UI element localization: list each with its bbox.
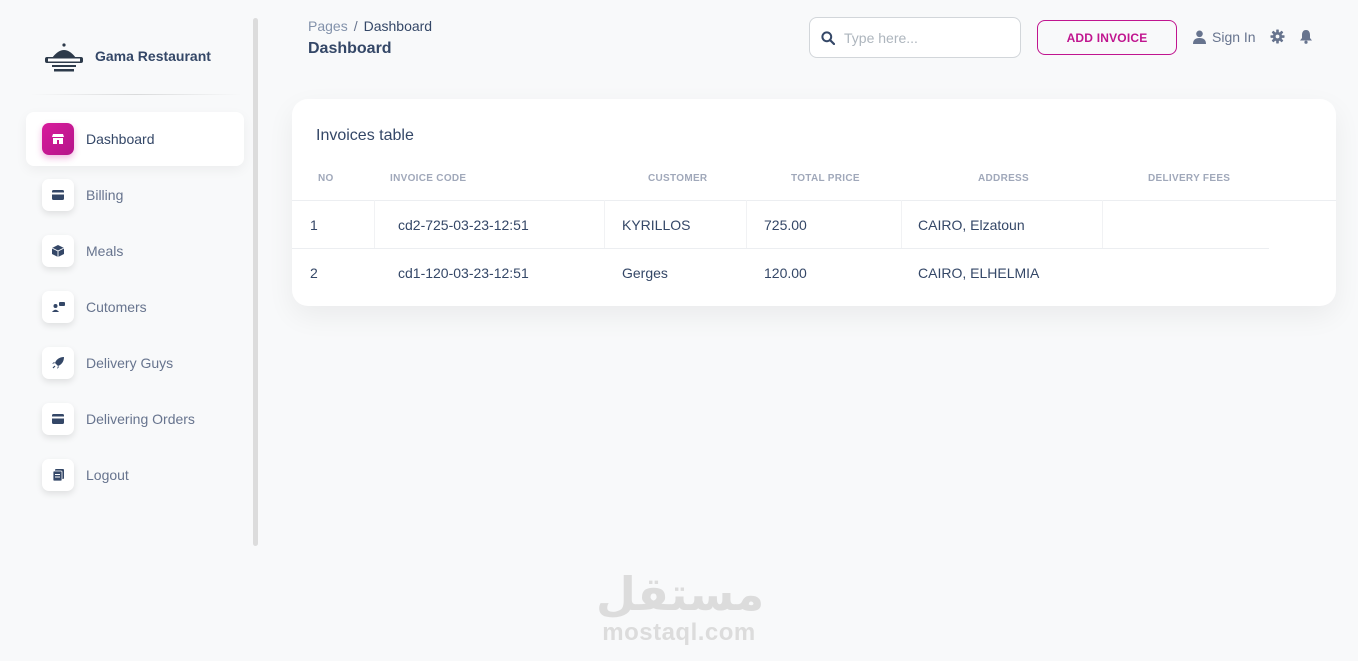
- cell-no: 2: [310, 265, 318, 281]
- search-icon: [821, 30, 835, 45]
- store-icon: [42, 123, 74, 155]
- column-header-invoice-code: INVOICE CODE: [390, 173, 467, 184]
- cell-customer: Gerges: [622, 265, 668, 281]
- watermark-latin: mostaql.com: [602, 619, 756, 646]
- bell-icon[interactable]: [1299, 29, 1313, 44]
- sidebar-item-label: Billing: [86, 187, 124, 203]
- column-header-delivery-fees: DELIVERY FEES: [1148, 173, 1231, 184]
- document-icon: [42, 459, 74, 491]
- sidebar-item-label: Meals: [86, 243, 124, 259]
- cell-address: CAIRO, Elzatoun: [918, 217, 1025, 233]
- invoices-card: Invoices table NO INVOICE CODE CUSTOMER …: [292, 99, 1336, 306]
- breadcrumb: Pages / Dashboard: [308, 18, 432, 34]
- gear-icon[interactable]: [1270, 29, 1285, 44]
- card-title: Invoices table: [316, 127, 414, 144]
- sign-in-link[interactable]: Sign In: [1193, 28, 1256, 46]
- column-header-total-price: TOTAL PRICE: [791, 173, 860, 184]
- column-header-customer: CUSTOMER: [648, 173, 708, 184]
- search-input[interactable]: [844, 29, 1004, 46]
- box-icon: [42, 235, 74, 267]
- column-header-no: NO: [318, 173, 334, 184]
- cell-address: CAIRO, ELHELMIA: [918, 265, 1040, 281]
- sidebar-item-billing[interactable]: Billing: [26, 168, 244, 222]
- breadcrumb-root[interactable]: Pages: [308, 18, 348, 34]
- watermark: مستقل mostaql.com: [596, 567, 765, 646]
- breadcrumb-separator: /: [353, 18, 358, 34]
- column-separator: [901, 200, 902, 248]
- cell-total-price: 725.00: [764, 217, 807, 233]
- sidebar-item-logout[interactable]: Logout: [26, 448, 244, 502]
- column-separator: [746, 200, 747, 248]
- table-divider: [292, 200, 1336, 201]
- cell-customer: KYRILLOS: [622, 217, 691, 233]
- watermark-arabic: مستقل: [596, 567, 765, 621]
- cell-invoice-code: cd1-120-03-23-12:51: [398, 265, 529, 281]
- cell-total-price: 120.00: [764, 265, 807, 281]
- breadcrumb-current: Dashboard: [363, 18, 433, 34]
- add-invoice-button[interactable]: ADD INVOICE: [1037, 20, 1177, 55]
- sidebar-item-label: Cutomers: [86, 299, 147, 315]
- column-separator: [374, 200, 375, 248]
- sidebar-nav: Dashboard Billing Meals Cutomers Deliver…: [26, 112, 244, 504]
- table-divider: [292, 248, 1269, 249]
- sidebar-item-customers[interactable]: Cutomers: [26, 280, 244, 334]
- cell-invoice-code: cd2-725-03-23-12:51: [398, 217, 529, 233]
- sidebar-item-dashboard[interactable]: Dashboard: [26, 112, 244, 166]
- sidebar-item-label: Delivery Guys: [86, 355, 174, 371]
- sidebar: Gama Restaurant Dashboard Billing Meals: [0, 0, 258, 661]
- brand-name: Gama Restaurant: [95, 48, 211, 64]
- credit-card-icon: [42, 179, 74, 211]
- sidebar-item-label: Logout: [86, 467, 129, 483]
- sidebar-scrollbar[interactable]: [253, 18, 258, 546]
- sidebar-item-label: Dashboard: [86, 131, 155, 147]
- user-icon: [1193, 30, 1206, 44]
- brand[interactable]: Gama Restaurant: [42, 38, 211, 74]
- credit-card-icon: [42, 403, 74, 435]
- search-box[interactable]: [809, 17, 1021, 58]
- sign-in-label: Sign In: [1212, 29, 1256, 45]
- cell-no: 1: [310, 217, 318, 233]
- sidebar-item-label: Delivering Orders: [86, 411, 195, 427]
- rocket-icon: [42, 347, 74, 379]
- column-header-address: ADDRESS: [978, 173, 1029, 184]
- restaurant-logo-icon: [45, 43, 83, 72]
- column-separator: [604, 200, 605, 248]
- page-title: Dashboard: [308, 40, 392, 57]
- sidebar-item-delivering-orders[interactable]: Delivering Orders: [26, 392, 244, 446]
- sidebar-item-delivery-guys[interactable]: Delivery Guys: [26, 336, 244, 390]
- users-icon: [42, 291, 74, 323]
- sidebar-divider: [30, 94, 242, 95]
- column-separator: [1102, 200, 1103, 248]
- sidebar-item-meals[interactable]: Meals: [26, 224, 244, 278]
